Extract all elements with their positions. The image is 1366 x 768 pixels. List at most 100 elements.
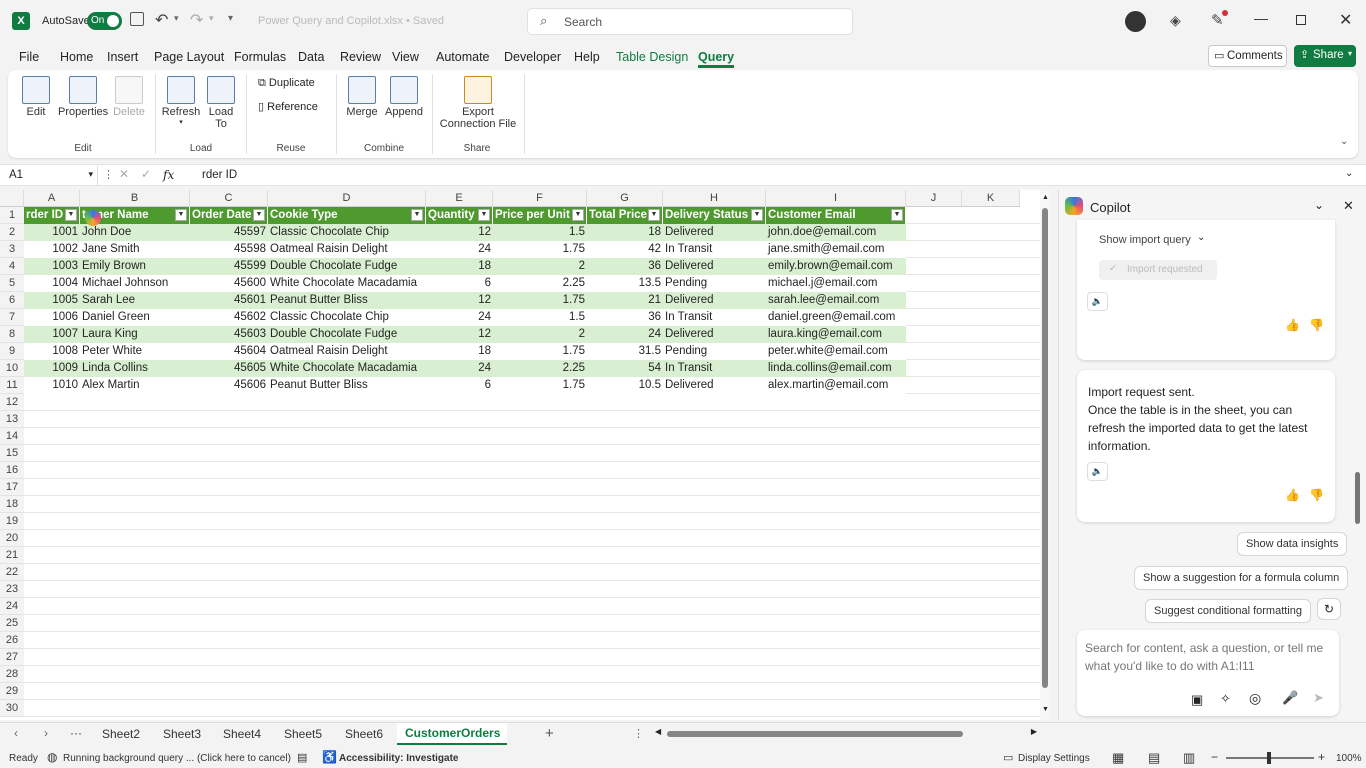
- row-header[interactable]: 27: [0, 649, 24, 666]
- cell-order-id[interactable]: 1006: [24, 309, 80, 326]
- cancel-entry-icon[interactable]: ✕: [119, 167, 129, 181]
- prompts-icon[interactable]: ✧: [1220, 691, 1231, 707]
- row-header[interactable]: 6: [0, 292, 24, 309]
- cell-order-date[interactable]: 45603: [190, 326, 268, 343]
- menu-query[interactable]: Query: [698, 50, 735, 68]
- row-header[interactable]: 24: [0, 598, 24, 615]
- undo-dropdown-icon[interactable]: ▾: [174, 13, 179, 24]
- cell-order-id[interactable]: 1001: [24, 224, 80, 241]
- cell-total-price[interactable]: 31.5: [587, 343, 663, 360]
- cell-customer-email[interactable]: sarah.lee@email.com: [766, 292, 906, 309]
- cell-quantity[interactable]: 12: [426, 292, 493, 309]
- cell-order-id[interactable]: 1002: [24, 241, 80, 258]
- cell-customer-email[interactable]: jane.smith@email.com: [766, 241, 906, 258]
- cell-order-id[interactable]: 1010: [24, 377, 80, 394]
- confirm-entry-icon[interactable]: ✓: [141, 167, 151, 181]
- file-name[interactable]: Power Query and Copilot.xlsx • Saved: [258, 15, 444, 27]
- close-icon[interactable]: ✕: [1339, 10, 1352, 30]
- cell-quantity[interactable]: 18: [426, 343, 493, 360]
- cell-cookie-type[interactable]: Classic Chocolate Chip: [268, 309, 426, 326]
- suggestion-formula-column[interactable]: Show a suggestion for a formula column: [1134, 566, 1349, 590]
- filter-dropdown-icon[interactable]: ▼: [572, 209, 584, 221]
- row-header[interactable]: 4: [0, 258, 24, 275]
- edit-query-button[interactable]: Edit: [18, 76, 54, 118]
- zoom-in-icon[interactable]: +: [1318, 750, 1325, 764]
- column-header-j[interactable]: J: [906, 190, 962, 207]
- undo-icon[interactable]: ↶: [155, 10, 168, 30]
- menu-developer[interactable]: Developer: [504, 50, 561, 64]
- zoom-level[interactable]: 100%: [1336, 753, 1362, 764]
- cell-order-date[interactable]: 45604: [190, 343, 268, 360]
- cell-cookie-type[interactable]: Double Chocolate Fudge: [268, 258, 426, 275]
- menu-view[interactable]: View: [392, 50, 419, 64]
- table-header-customer-email[interactable]: Customer Email ▼: [766, 207, 906, 224]
- thumbs-up-icon[interactable]: 👍: [1285, 318, 1300, 332]
- cell-customer-name[interactable]: Laura King: [80, 326, 190, 343]
- menu-home[interactable]: Home: [60, 50, 93, 64]
- cell-quantity[interactable]: 24: [426, 309, 493, 326]
- cell-customer-name[interactable]: Jane Smith: [80, 241, 190, 258]
- cell-price-per-unit[interactable]: 1.75: [493, 377, 587, 394]
- row-header[interactable]: 2: [0, 224, 24, 241]
- table-header-price-per-unit[interactable]: Price per Unit ▼: [493, 207, 587, 224]
- display-settings[interactable]: Display Settings: [1018, 753, 1090, 764]
- close-pane-icon[interactable]: ✕: [1343, 198, 1354, 214]
- thumbs-up-icon[interactable]: 👍: [1285, 488, 1300, 502]
- horizontal-scrollbar[interactable]: ◀ ▶: [655, 727, 1037, 741]
- column-header-h[interactable]: H: [663, 190, 766, 207]
- column-header-d[interactable]: D: [268, 190, 426, 207]
- cell-quantity[interactable]: 24: [426, 241, 493, 258]
- row-header[interactable]: 30: [0, 700, 24, 717]
- cell-order-id[interactable]: 1005: [24, 292, 80, 309]
- load-to-button[interactable]: Load To: [204, 76, 238, 130]
- ribbon-collapse-icon[interactable]: ⌄: [1340, 136, 1348, 147]
- scroll-right-icon[interactable]: ▶: [1031, 727, 1037, 736]
- row-header[interactable]: 15: [0, 445, 24, 462]
- cell-customer-email[interactable]: john.doe@email.com: [766, 224, 906, 241]
- filter-dropdown-icon[interactable]: ▼: [751, 209, 763, 221]
- cell-order-date[interactable]: 45606: [190, 377, 268, 394]
- cell-delivery-status[interactable]: In Transit: [663, 241, 766, 258]
- normal-view-icon[interactable]: ▦: [1112, 750, 1124, 766]
- macro-record-icon[interactable]: ▤: [297, 751, 307, 764]
- row-header[interactable]: 22: [0, 564, 24, 581]
- filter-dropdown-icon[interactable]: ▼: [253, 209, 265, 221]
- cell-order-date[interactable]: 45600: [190, 275, 268, 292]
- menu-page-layout[interactable]: Page Layout: [154, 50, 224, 64]
- cell-delivery-status[interactable]: Delivered: [663, 224, 766, 241]
- cell-order-date[interactable]: 45605: [190, 360, 268, 377]
- cell-customer-email[interactable]: alex.martin@email.com: [766, 377, 906, 394]
- cell-customer-email[interactable]: linda.collins@email.com: [766, 360, 906, 377]
- collapse-pane-icon[interactable]: ⌄: [1314, 198, 1324, 212]
- cell-quantity[interactable]: 6: [426, 275, 493, 292]
- row-header[interactable]: 26: [0, 632, 24, 649]
- send-icon[interactable]: ➤: [1313, 690, 1324, 706]
- menu-help[interactable]: Help: [574, 50, 600, 64]
- cell-delivery-status[interactable]: Delivered: [663, 258, 766, 275]
- refresh-button[interactable]: Refresh ▾: [160, 76, 202, 126]
- scroll-tabs-left-icon[interactable]: ‹: [14, 726, 18, 740]
- row-header[interactable]: 9: [0, 343, 24, 360]
- cell-total-price[interactable]: 24: [587, 326, 663, 343]
- cell-delivery-status[interactable]: Delivered: [663, 326, 766, 343]
- row-header[interactable]: 28: [0, 666, 24, 683]
- cell-total-price[interactable]: 21: [587, 292, 663, 309]
- accessibility-status[interactable]: Accessibility: Investigate: [339, 753, 459, 764]
- filter-dropdown-icon[interactable]: ▼: [411, 209, 423, 221]
- share-button[interactable]: ⇪ Share ▾: [1294, 45, 1356, 67]
- row-header[interactable]: 25: [0, 615, 24, 632]
- microphone-icon[interactable]: 🎤: [1282, 690, 1298, 706]
- scroll-down-icon[interactable]: ▼: [1042, 706, 1049, 713]
- tab-sheet6[interactable]: Sheet6: [345, 727, 383, 741]
- read-aloud-icon[interactable]: 🔈: [1087, 462, 1108, 481]
- tab-sheet2[interactable]: Sheet2: [102, 727, 140, 741]
- cell-customer-email[interactable]: peter.white@email.com: [766, 343, 906, 360]
- web-globe-icon[interactable]: ◎: [1249, 690, 1261, 707]
- cell-order-date[interactable]: 45598: [190, 241, 268, 258]
- row-header[interactable]: 13: [0, 411, 24, 428]
- scroll-tabs-right-icon[interactable]: ›: [44, 726, 48, 740]
- select-all-corner[interactable]: [0, 190, 24, 207]
- row-header[interactable]: 21: [0, 547, 24, 564]
- filter-dropdown-icon[interactable]: ▼: [65, 209, 77, 221]
- zoom-out-icon[interactable]: −: [1211, 750, 1218, 764]
